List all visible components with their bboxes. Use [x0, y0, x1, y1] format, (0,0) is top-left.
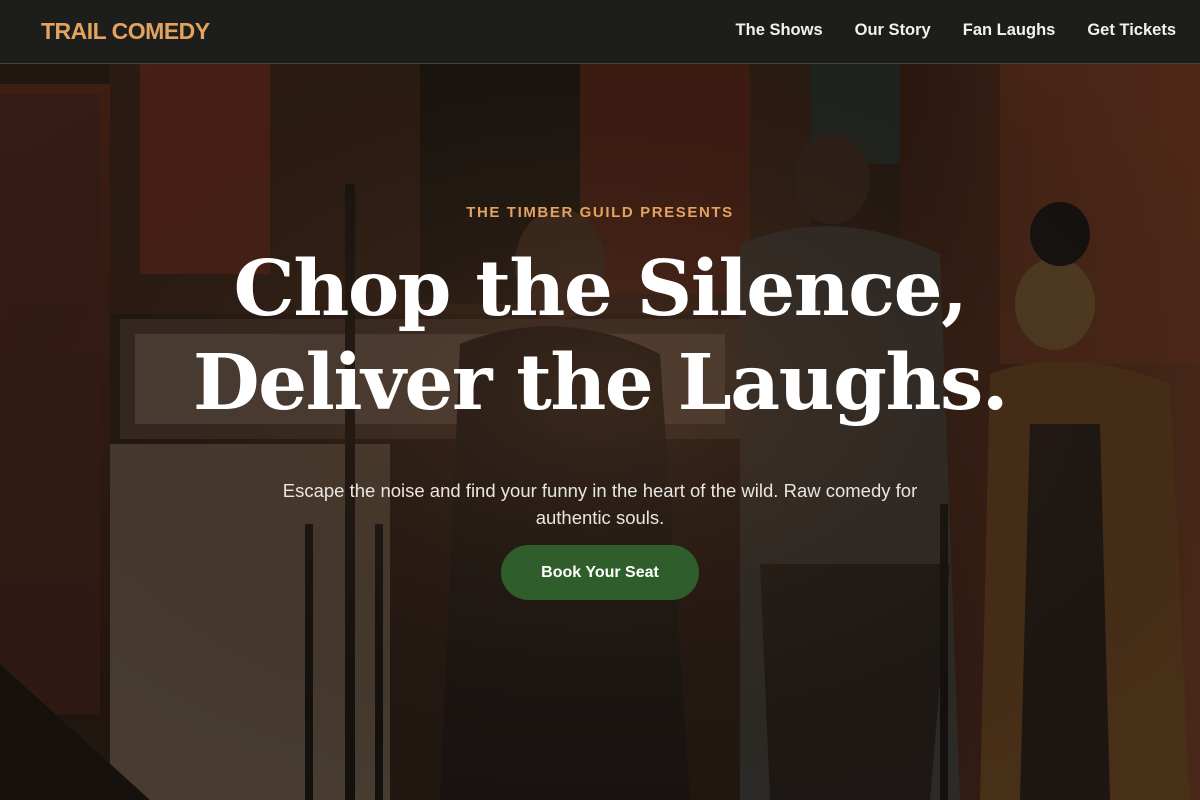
book-your-seat-button[interactable]: Book Your Seat: [501, 545, 699, 600]
hero-subtitle: Escape the noise and find your funny in …: [282, 479, 918, 528]
nav-link-get-tickets[interactable]: Get Tickets: [1087, 21, 1176, 40]
hero-headline: Chop the Silence, Deliver the Laughs.: [0, 242, 1200, 430]
hero-kicker: THE TIMBER GUILD PRESENTS: [466, 204, 734, 221]
nav-link-our-story[interactable]: Our Story: [855, 21, 931, 40]
hero-overlay: [0, 64, 1200, 800]
nav-link-the-shows[interactable]: The Shows: [736, 21, 823, 40]
brand-logo[interactable]: TRAIL COMEDY: [41, 18, 210, 45]
hero-headline-line-2: Deliver the Laughs.: [192, 338, 1009, 428]
hero-section: THE TIMBER GUILD PRESENTS Chop the Silen…: [0, 64, 1200, 800]
top-navigation-bar: TRAIL COMEDY The Shows Our Story Fan Lau…: [0, 0, 1200, 64]
main-nav: The Shows Our Story Fan Laughs Get Ticke…: [704, 21, 1176, 40]
nav-link-fan-laughs[interactable]: Fan Laughs: [963, 21, 1056, 40]
hero-headline-line-1: Chop the Silence,: [233, 244, 968, 334]
